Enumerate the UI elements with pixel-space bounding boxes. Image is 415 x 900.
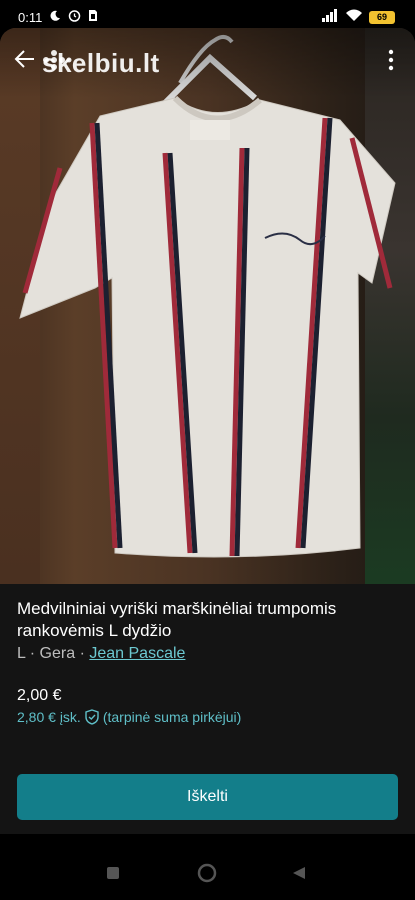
tshirt-image xyxy=(19,35,396,558)
wifi-icon xyxy=(345,9,363,25)
square-icon xyxy=(107,867,119,879)
bump-button[interactable]: Iškelti xyxy=(17,774,398,820)
more-options-button[interactable] xyxy=(381,46,401,74)
do-not-disturb-icon xyxy=(49,10,61,25)
recents-button[interactable] xyxy=(106,866,120,885)
back-button[interactable] xyxy=(12,46,38,72)
alarm-icon xyxy=(68,9,81,25)
back-arrow-icon xyxy=(14,50,34,68)
battery-icon: 69 xyxy=(369,10,395,24)
shield-check-icon xyxy=(85,709,99,725)
listing-details: Medvilniniai vyriški marškinėliai trumpo… xyxy=(17,598,397,663)
brand-link[interactable]: Jean Pascale xyxy=(89,645,185,662)
buyer-price-note: (tarpinė suma pirkėjui) xyxy=(102,709,242,725)
size-value: L xyxy=(17,645,26,662)
product-photo[interactable]: skelbiu.lt xyxy=(0,28,415,584)
watermark-logo: skelbiu.lt xyxy=(42,48,160,79)
signal-icon xyxy=(321,9,339,25)
system-nav-bar xyxy=(0,850,415,900)
meta-separator: · xyxy=(79,645,85,662)
listing-title: Medvilniniai vyriški marškinėliai trumpo… xyxy=(17,599,337,640)
more-vertical-icon xyxy=(388,49,394,71)
condition-value: Gera xyxy=(39,645,76,662)
listing-meta: L · Gera · Jean Pascale xyxy=(17,645,397,663)
clock: 0:11 xyxy=(18,9,43,25)
meta-separator: · xyxy=(29,645,36,662)
price: 2,00 € xyxy=(17,687,62,704)
sim-card-icon xyxy=(88,9,98,25)
home-button[interactable] xyxy=(197,863,217,888)
triangle-back-icon xyxy=(293,867,305,879)
dots-logo-icon xyxy=(43,50,72,70)
system-back-button[interactable] xyxy=(292,866,306,885)
listing-sheet: skelbiu.lt Medvilniniai vyriški marškinė… xyxy=(0,28,415,834)
buyer-price-info[interactable]: 2,80 € įsk. (tarpinė suma pirkėjui) xyxy=(17,709,241,725)
buyer-price: 2,80 € įsk. xyxy=(17,709,81,725)
circle-icon xyxy=(197,863,217,883)
